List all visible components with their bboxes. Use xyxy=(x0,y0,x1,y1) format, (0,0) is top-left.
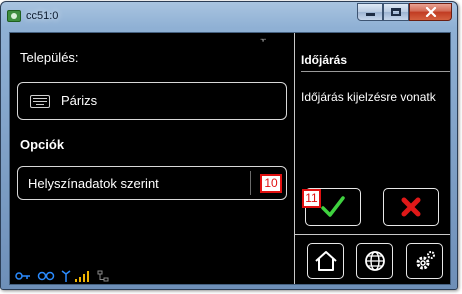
keyboard-icon xyxy=(30,95,50,108)
location-option-value: Helyszínadatok szerint xyxy=(28,176,159,191)
minimize-icon xyxy=(365,13,375,16)
link-icon xyxy=(37,271,55,281)
x-icon xyxy=(401,197,421,217)
home-icon xyxy=(314,251,337,271)
maximize-icon xyxy=(391,8,401,16)
location-option-select[interactable]: Helyszínadatok szerint xyxy=(17,166,287,200)
weather-description: Időjárás kijelzésre vonatk xyxy=(301,90,436,104)
settings-button[interactable] xyxy=(406,243,443,279)
callout-badge-11: 11 xyxy=(302,189,321,208)
caption-buttons xyxy=(357,3,452,21)
close-button[interactable] xyxy=(409,3,452,21)
check-icon xyxy=(321,196,345,217)
app-icon xyxy=(7,10,21,22)
panel-divider xyxy=(294,33,295,284)
settlement-label: Település: xyxy=(20,50,79,65)
options-label: Opciók xyxy=(20,137,65,152)
cancel-button[interactable] xyxy=(383,188,439,226)
callout-badge-10: 10 xyxy=(260,174,282,193)
weather-title-rule xyxy=(301,71,450,72)
antenna-icon xyxy=(61,270,71,282)
maximize-button[interactable] xyxy=(383,3,409,21)
signal-bars-icon xyxy=(75,271,89,282)
weather-title: Időjárás xyxy=(301,53,348,67)
close-icon xyxy=(425,7,436,17)
gear-icon xyxy=(416,251,435,270)
select-separator xyxy=(250,171,251,195)
network-icon xyxy=(97,270,109,282)
key-icon xyxy=(15,272,30,280)
app-window: cc51:0 ⌝⌜ Település: Párizs Opciók Helys… xyxy=(0,1,458,290)
nav-divider xyxy=(295,234,450,235)
home-button[interactable] xyxy=(307,243,344,279)
city-input[interactable]: Párizs xyxy=(17,82,287,120)
window-title: cc51:0 xyxy=(26,10,59,22)
globe-button[interactable] xyxy=(356,243,393,279)
minimize-button[interactable] xyxy=(357,3,383,21)
title-bar[interactable]: cc51:0 xyxy=(1,2,457,30)
city-value: Párizs xyxy=(61,93,98,108)
resize-grip-icon: ⌝⌜ xyxy=(260,38,266,47)
client-area: ⌝⌜ Település: Párizs Opciók Helyszínadat… xyxy=(9,32,451,285)
globe-icon xyxy=(364,251,385,271)
